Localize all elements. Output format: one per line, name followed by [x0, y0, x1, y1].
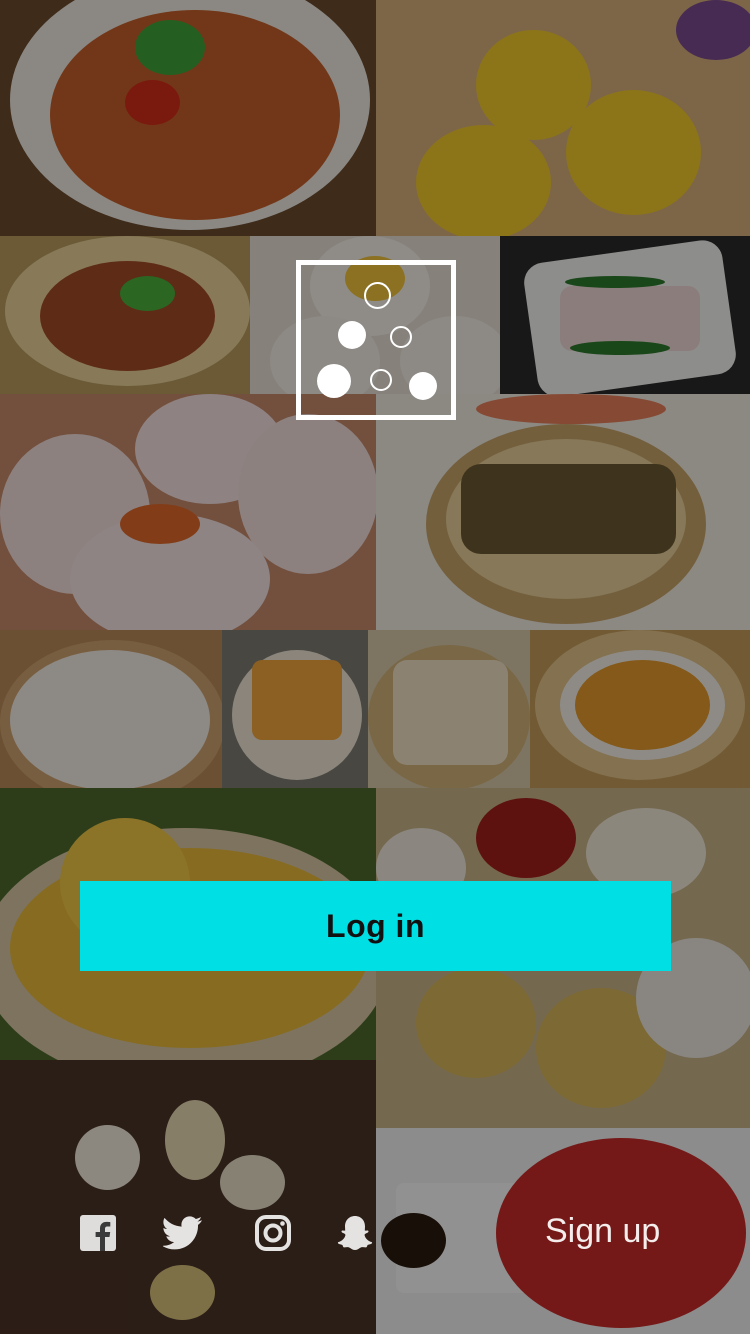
- photo-taro-puff: [530, 630, 750, 788]
- snapchat-icon[interactable]: [336, 1210, 376, 1256]
- photo-mango-cake: [222, 630, 368, 788]
- instagram-icon[interactable]: [250, 1210, 296, 1256]
- photo-har-gow: [0, 394, 376, 630]
- app-logo: [296, 260, 456, 420]
- photo-rice-rolls: [500, 236, 750, 394]
- signup-link[interactable]: Sign up: [545, 1212, 660, 1258]
- photo-chicken-steamer: [0, 236, 250, 394]
- facebook-icon[interactable]: [75, 1210, 121, 1256]
- food-photo-mosaic: [0, 0, 750, 1334]
- login-button[interactable]: Log in: [80, 881, 671, 971]
- photo-char-siu-bao: [0, 630, 222, 788]
- photo-dumplings-on-spoons: [0, 1060, 376, 1334]
- photo-piggy-buns: [376, 0, 750, 236]
- photo-lotus-rice: [376, 394, 750, 630]
- photo-siu-mai-tray: [368, 630, 530, 788]
- photo-chicken-feet-bowl: [0, 0, 376, 236]
- twitter-icon[interactable]: [160, 1210, 206, 1256]
